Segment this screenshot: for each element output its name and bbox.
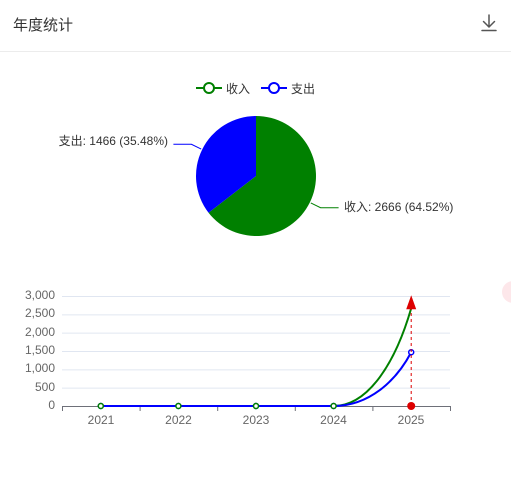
x-tick-label: 2022 xyxy=(165,413,192,427)
y-tick-label: 1,000 xyxy=(25,361,55,375)
x-tick-label: 2023 xyxy=(243,413,270,427)
pie-leader-income xyxy=(310,202,339,209)
y-tick-label: 2,000 xyxy=(25,325,55,339)
marker-arrow xyxy=(406,295,417,310)
series-point-income[interactable] xyxy=(330,402,337,410)
pie-leader-expense xyxy=(173,143,202,150)
series-line-income[interactable] xyxy=(100,307,413,407)
x-tick-label: 2021 xyxy=(88,413,115,427)
y-axis-ticks: 0 500 1,000 1,500 2,000 2,500 3,000 xyxy=(25,288,55,412)
series-point-income[interactable] xyxy=(97,402,105,410)
series-point-income[interactable] xyxy=(252,402,260,410)
grid-lines xyxy=(62,296,450,389)
series-line-expense[interactable] xyxy=(100,351,413,407)
series-points xyxy=(97,348,415,410)
marker-base-dot xyxy=(407,402,416,410)
pie-label-income: 收入: 2666 (64.52%) xyxy=(344,200,453,214)
pie-label-expense: 支出: 1466 (35.48%) xyxy=(59,134,168,148)
line-chart: 0 500 1,000 1,500 2,000 2,500 3,000 2021… xyxy=(25,288,451,427)
series-point-income[interactable] xyxy=(175,402,182,410)
y-tick-label: 500 xyxy=(35,380,55,394)
y-tick-label: 0 xyxy=(48,398,55,412)
y-tick-label: 2,500 xyxy=(25,306,55,320)
x-tick-label: 2025 xyxy=(398,413,425,427)
y-tick-label: 3,000 xyxy=(25,288,55,302)
x-tick-label: 2024 xyxy=(320,413,347,427)
x-axis-ticks: 2021 2022 2023 2024 2025 xyxy=(88,413,425,427)
pie-chart: 收入: 2666 (64.52%) 支出: 1466 (35.48%) xyxy=(59,116,453,236)
y-tick-label: 1,500 xyxy=(25,343,55,357)
